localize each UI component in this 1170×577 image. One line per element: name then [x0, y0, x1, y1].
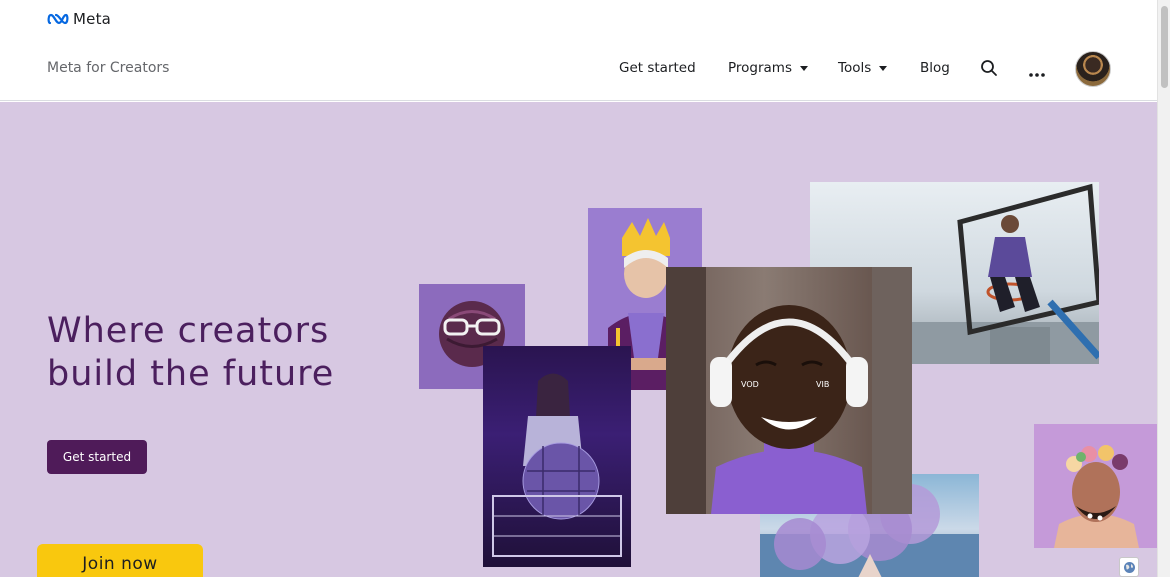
photo-flower-crown: [1034, 424, 1157, 548]
photo-disco-ball: [483, 346, 631, 567]
nav-tools-label: Tools: [838, 60, 872, 76]
nav-blog[interactable]: Blog: [920, 60, 950, 76]
chevron-down-icon: [800, 65, 808, 71]
site-header: Meta Meta for Creators Get started Progr…: [0, 0, 1157, 101]
brand-title[interactable]: Meta for Creators: [47, 60, 169, 76]
hero-headline-line1: Where creators: [47, 311, 330, 351]
svg-text:VOD: VOD: [741, 380, 759, 389]
svg-text:VIB: VIB: [816, 380, 829, 389]
scrollbar-thumb[interactable]: [1161, 6, 1168, 88]
meta-infinity-icon: [47, 13, 69, 25]
meta-logo[interactable]: Meta: [47, 10, 111, 28]
vertical-scrollbar[interactable]: [1157, 0, 1170, 577]
nav-get-started[interactable]: Get started: [619, 60, 696, 76]
search-icon[interactable]: [980, 59, 998, 81]
nav-tools[interactable]: Tools: [838, 60, 888, 76]
join-now-button[interactable]: Join now: [37, 544, 203, 577]
more-icon[interactable]: [1029, 63, 1045, 82]
globe-icon[interactable]: [1119, 557, 1139, 577]
hero-headline-line2: build the future: [47, 354, 335, 394]
user-avatar[interactable]: [1075, 51, 1111, 87]
get-started-button[interactable]: Get started: [47, 440, 147, 474]
hero-headline: Where creators build the future: [47, 310, 334, 396]
nav-get-started-label: Get started: [619, 60, 696, 76]
hero-section: Where creators build the future Get star…: [0, 102, 1157, 577]
meta-wordmark: Meta: [73, 10, 112, 28]
nav-blog-label: Blog: [920, 60, 950, 76]
photo-smiling-headphones: VOD VIB: [666, 267, 912, 514]
chevron-down-icon: [879, 65, 888, 71]
nav-programs-label: Programs: [728, 60, 792, 76]
nav-programs[interactable]: Programs: [728, 60, 808, 76]
